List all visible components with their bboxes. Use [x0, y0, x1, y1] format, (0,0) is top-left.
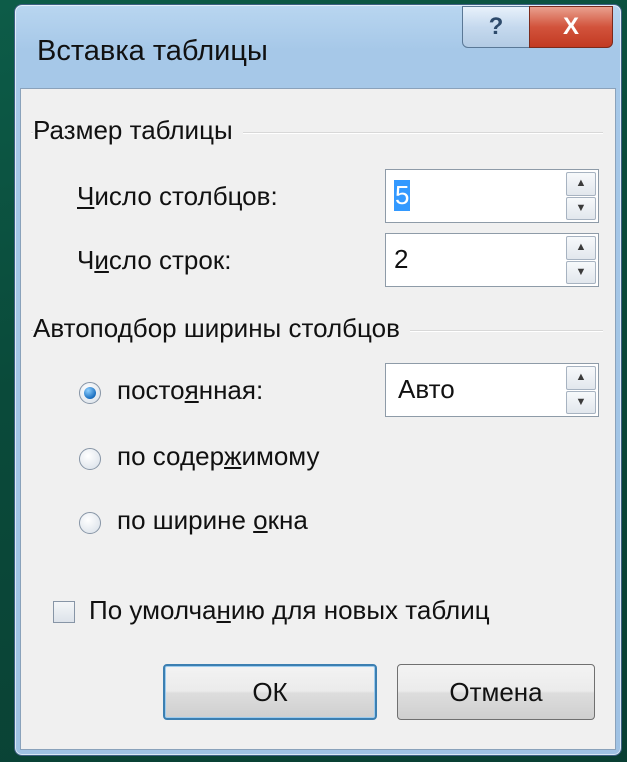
- fixed-width-spin-arrows: ▲ ▼: [566, 366, 596, 414]
- spin-up-icon[interactable]: ▲: [566, 366, 596, 390]
- close-button[interactable]: X: [529, 6, 613, 48]
- spin-down-icon[interactable]: ▼: [566, 260, 596, 284]
- columns-label: Число столбцов:: [77, 181, 278, 212]
- radio-fixed-label-mnemonic: я: [184, 375, 199, 405]
- radio-fixed-label-pre: посто: [117, 375, 185, 405]
- radio-content-label: по содержимому: [117, 441, 319, 472]
- default-checkbox[interactable]: [53, 601, 75, 623]
- radio-content[interactable]: [79, 448, 101, 470]
- spin-down-icon[interactable]: ▼: [566, 390, 596, 414]
- default-checkbox-label-mnemonic: н: [216, 595, 231, 625]
- default-checkbox-label: По умолчанию для новых таблиц: [89, 595, 490, 626]
- columns-spinbox[interactable]: 5 ▲ ▼: [385, 169, 599, 223]
- help-icon: ?: [488, 13, 504, 40]
- title-bar-buttons: ? X: [462, 6, 613, 48]
- rows-label-mnemonic: и: [94, 245, 109, 275]
- dialog-title: Вставка таблицы: [37, 35, 268, 67]
- fixed-width-input[interactable]: Авто: [398, 374, 455, 405]
- ok-button[interactable]: ОК: [163, 664, 377, 720]
- radio-content-label-pre: по содер: [117, 441, 225, 471]
- close-icon: X: [562, 13, 579, 40]
- radio-window[interactable]: [79, 512, 101, 534]
- radio-content-label-mnemonic: ж: [224, 441, 242, 471]
- radio-window-label: по ширине окна: [117, 505, 308, 536]
- size-group-label: Размер таблицы: [33, 115, 243, 146]
- spin-up-icon[interactable]: ▲: [566, 172, 596, 196]
- autofit-group-label: Автоподбор ширины столбцов: [33, 313, 410, 344]
- radio-window-label-mnemonic: о: [253, 505, 268, 535]
- rows-spinbox[interactable]: 2 ▲ ▼: [385, 233, 599, 287]
- rows-label-pre: Ч: [77, 245, 95, 275]
- radio-fixed-label: постоянная:: [117, 375, 263, 406]
- rows-input[interactable]: 2: [394, 244, 408, 275]
- cancel-button[interactable]: Отмена: [397, 664, 595, 720]
- columns-label-mnemonic: Ч: [77, 181, 95, 211]
- radio-fixed-label-post: нная:: [198, 375, 264, 405]
- spin-up-icon[interactable]: ▲: [566, 236, 596, 260]
- spin-down-icon[interactable]: ▼: [566, 196, 596, 220]
- radio-window-label-pre: по ширине: [117, 505, 254, 535]
- rows-label: Число строк:: [77, 245, 231, 276]
- columns-label-post: исло столбцов:: [94, 181, 278, 211]
- rows-label-post: сло строк:: [108, 245, 232, 275]
- radio-fixed[interactable]: [79, 382, 101, 404]
- columns-spin-arrows: ▲ ▼: [566, 172, 596, 220]
- columns-input[interactable]: 5: [394, 180, 411, 211]
- default-checkbox-label-post: ию для новых таблиц: [230, 595, 490, 625]
- rows-spin-arrows: ▲ ▼: [566, 236, 596, 284]
- fixed-width-spinbox[interactable]: Авто ▲ ▼: [385, 363, 599, 417]
- default-checkbox-label-pre: По умолча: [89, 595, 217, 625]
- radio-window-label-post: кна: [267, 505, 308, 535]
- help-button[interactable]: ?: [462, 6, 530, 48]
- dialog-body: Размер таблицы Число столбцов: 5 ▲ ▼ Чис…: [20, 88, 616, 750]
- radio-content-label-post: имому: [241, 441, 320, 471]
